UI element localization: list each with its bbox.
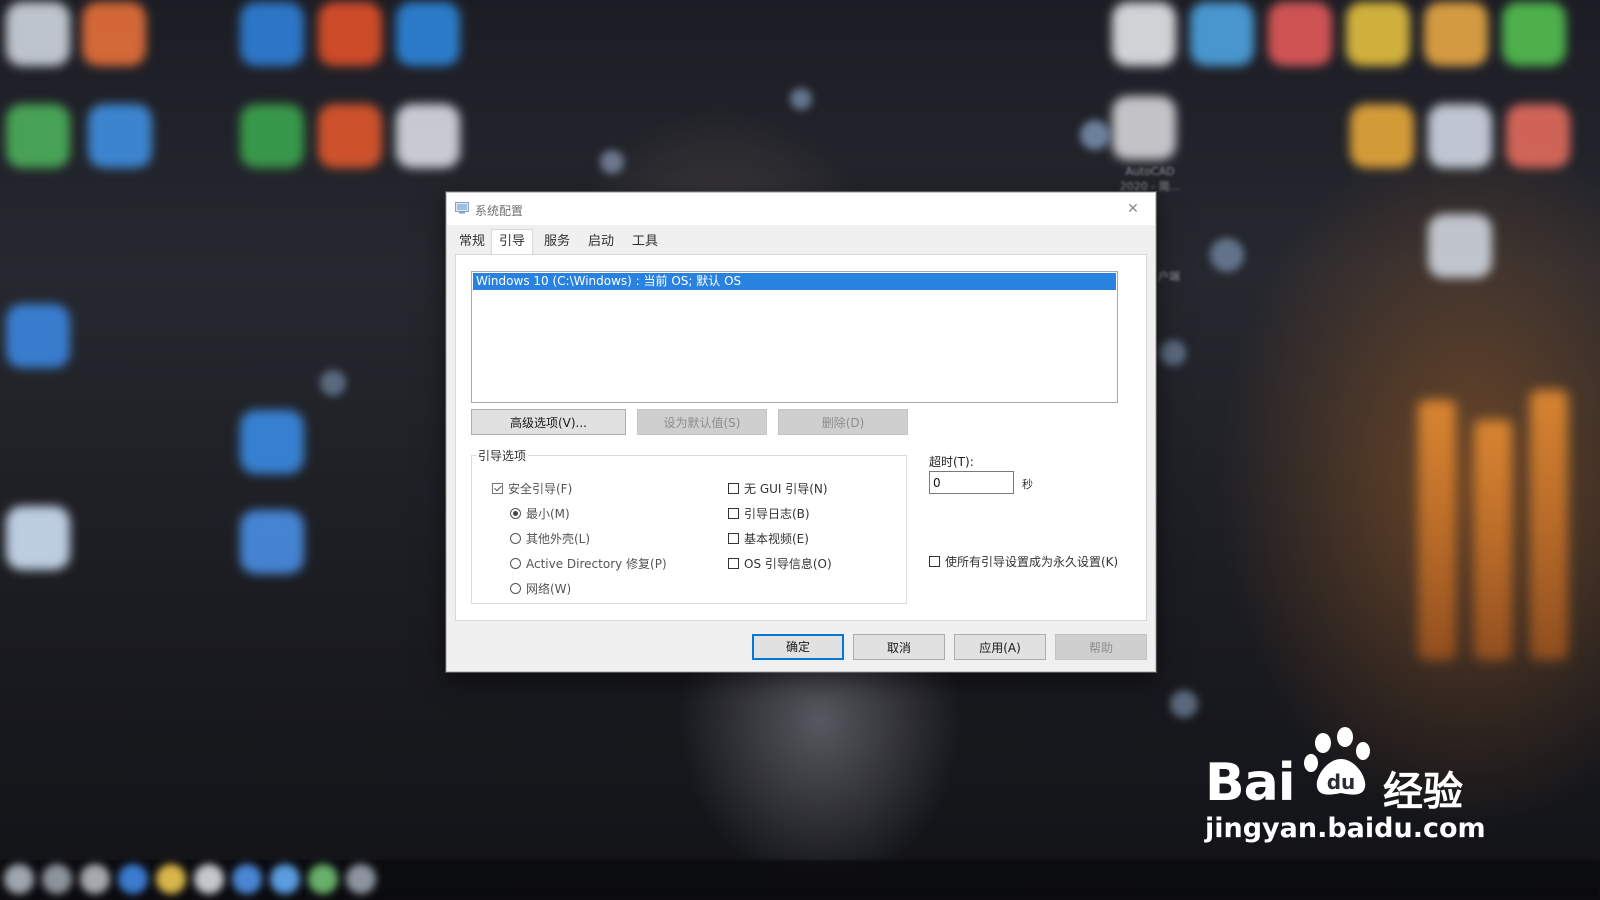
timeout-input[interactable] <box>929 471 1014 494</box>
desktop-icon[interactable] <box>318 2 382 66</box>
desktop-icon-label: 户端 <box>1158 270 1180 283</box>
advanced-options-button[interactable]: 高级选项(V)... <box>471 409 626 435</box>
checkbox-icon <box>929 556 940 567</box>
desktop-icon[interactable] <box>1112 96 1176 160</box>
safe-boot-checkbox[interactable]: 安全引导(F) <box>492 480 572 497</box>
desktop-icon[interactable] <box>1268 2 1332 66</box>
tab-boot[interactable]: 引导 <box>491 229 533 256</box>
radio-icon <box>510 558 521 569</box>
ok-button[interactable]: 确定 <box>752 634 844 660</box>
radio-selected-icon <box>510 508 521 519</box>
checkbox-icon <box>728 483 739 494</box>
baidu-jingyan-watermark: Bai du 经验 jingyan.baidu.com <box>1205 725 1495 855</box>
watermark-brand: Bai <box>1205 753 1296 813</box>
system-configuration-dialog: 系统配置 ✕ 常规 引导 服务 启动 工具 Windows 10 (C:\Win… <box>446 192 1156 672</box>
desktop-icon[interactable] <box>6 506 70 570</box>
minimal-radio[interactable]: 最小(M) <box>510 505 570 522</box>
checkbox-icon <box>728 533 739 544</box>
cancel-button[interactable]: 取消 <box>853 634 945 660</box>
desktop-icon-label: AutoCAD 2020 - 简... <box>1119 165 1181 193</box>
delete-button[interactable]: 删除(D) <box>778 409 908 435</box>
os-list[interactable]: Windows 10 (C:\Windows) : 当前 OS; 默认 OS <box>471 271 1118 403</box>
desktop-icon[interactable] <box>240 510 304 574</box>
safe-boot-label: 安全引导(F) <box>508 482 573 496</box>
taskbar-icon[interactable] <box>346 864 376 894</box>
desktop-icon[interactable] <box>6 304 70 368</box>
desktop-icon[interactable] <box>1190 2 1254 66</box>
network-radio[interactable]: 网络(W) <box>510 580 571 597</box>
base-video-label: 基本视频(E) <box>744 532 809 546</box>
permanent-settings-label: 使所有引导设置成为永久设置(K) <box>945 555 1119 569</box>
checkbox-icon <box>728 508 739 519</box>
taskbar-icon[interactable] <box>80 864 110 894</box>
desktop-icon[interactable] <box>1346 2 1410 66</box>
radio-icon <box>510 533 521 544</box>
no-gui-boot-label: 无 GUI 引导(N) <box>744 482 828 496</box>
desktop-icon[interactable] <box>396 2 460 66</box>
ad-repair-label: Active Directory 修复(P) <box>526 557 667 571</box>
desktop-icon[interactable] <box>318 104 382 168</box>
taskbar-icon[interactable] <box>232 864 262 894</box>
desktop-icon[interactable] <box>1506 104 1570 168</box>
desktop-icon[interactable] <box>1428 214 1492 278</box>
radio-icon <box>510 583 521 594</box>
network-label: 网络(W) <box>526 582 572 596</box>
taskbar-icon[interactable] <box>194 864 224 894</box>
apply-button[interactable]: 应用(A) <box>954 634 1046 660</box>
no-gui-boot-checkbox[interactable]: 无 GUI 引导(N) <box>728 480 828 497</box>
taskbar-icon[interactable] <box>4 864 34 894</box>
checkbox-checked-icon <box>492 483 503 494</box>
ad-repair-radio[interactable]: Active Directory 修复(P) <box>510 555 667 572</box>
desktop-icon[interactable] <box>1112 2 1176 66</box>
msconfig-icon <box>455 202 469 214</box>
boot-options-group: 引导选项 安全引导(F) 最小(M) 其他外壳(L) Active Direct… <box>471 447 907 604</box>
title-bar[interactable]: 系统配置 ✕ <box>447 193 1155 225</box>
desktop-icon[interactable] <box>6 104 70 168</box>
svg-text:du: du <box>1327 770 1356 794</box>
watermark-url: jingyan.baidu.com <box>1205 813 1486 844</box>
boot-log-checkbox[interactable]: 引导日志(B) <box>728 505 810 522</box>
desktop-icon[interactable] <box>396 104 460 168</box>
taskbar-icon[interactable] <box>308 864 338 894</box>
tab-general[interactable]: 常规 <box>455 231 489 253</box>
help-button[interactable]: 帮助 <box>1055 634 1147 660</box>
base-video-checkbox[interactable]: 基本视频(E) <box>728 530 809 547</box>
boot-options-legend: 引导选项 <box>476 447 529 464</box>
close-button[interactable]: ✕ <box>1111 193 1155 225</box>
desktop-icon[interactable] <box>88 104 152 168</box>
desktop-icon[interactable] <box>1502 2 1566 66</box>
tab-startup[interactable]: 启动 <box>581 231 621 253</box>
baidu-paw-icon: du <box>1304 727 1370 795</box>
boot-tab-panel: Windows 10 (C:\Windows) : 当前 OS; 默认 OS 高… <box>455 254 1147 621</box>
set-default-button[interactable]: 设为默认值(S) <box>637 409 767 435</box>
os-boot-info-label: OS 引导信息(O) <box>744 557 832 571</box>
desktop-icon[interactable] <box>1424 2 1488 66</box>
alternate-shell-radio[interactable]: 其他外壳(L) <box>510 530 590 547</box>
alternate-shell-label: 其他外壳(L) <box>526 532 591 546</box>
desktop-icon[interactable] <box>240 104 304 168</box>
taskbar-icon[interactable] <box>42 864 72 894</box>
minimal-label: 最小(M) <box>526 507 570 521</box>
desktop-icon[interactable] <box>6 2 70 66</box>
os-boot-info-checkbox[interactable]: OS 引导信息(O) <box>728 555 832 572</box>
permanent-settings-checkbox[interactable]: 使所有引导设置成为永久设置(K) <box>929 553 1118 570</box>
taskbar-icon[interactable] <box>118 864 148 894</box>
taskbar-icon[interactable] <box>156 864 186 894</box>
tab-tools[interactable]: 工具 <box>625 231 665 253</box>
timeout-label: 超时(T): <box>929 455 974 469</box>
os-list-item[interactable]: Windows 10 (C:\Windows) : 当前 OS; 默认 OS <box>473 273 1116 290</box>
checkbox-icon <box>728 558 739 569</box>
boot-log-label: 引导日志(B) <box>744 507 810 521</box>
desktop-icon[interactable] <box>82 2 146 66</box>
window-title: 系统配置 <box>475 204 524 218</box>
watermark-brand-suffix: 经验 <box>1383 769 1463 815</box>
close-icon: ✕ <box>1127 201 1139 217</box>
desktop-icon[interactable] <box>240 2 304 66</box>
desktop-icon[interactable] <box>240 410 304 474</box>
desktop-icon[interactable] <box>1428 104 1492 168</box>
taskbar-icon[interactable] <box>270 864 300 894</box>
desktop-icon[interactable] <box>1350 104 1414 168</box>
tab-services[interactable]: 服务 <box>537 231 577 253</box>
timeout-unit: 秒 <box>1022 478 1033 491</box>
